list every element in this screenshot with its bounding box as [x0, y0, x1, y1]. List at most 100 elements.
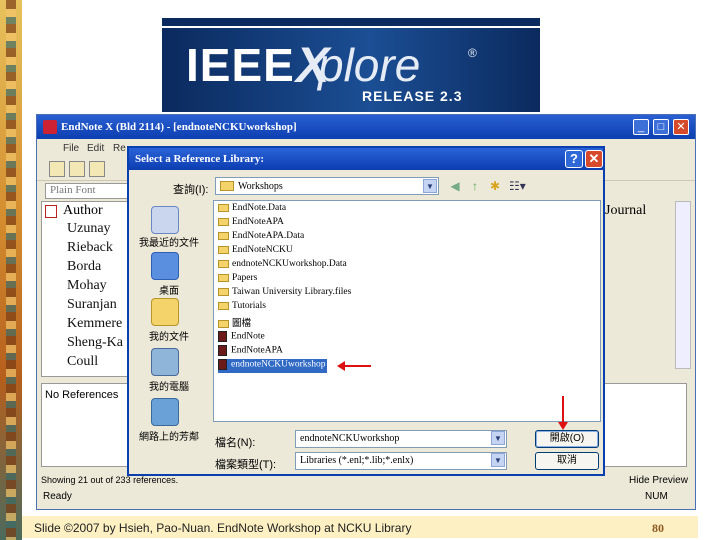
folder-icon — [218, 231, 229, 240]
list-item[interactable]: endnoteNCKUworkshop.Data — [218, 259, 347, 273]
folder-icon — [218, 319, 229, 328]
list-item[interactable]: Mohay — [67, 278, 107, 294]
banner-ieee-text: IEEE — [186, 39, 295, 91]
minimize-button[interactable]: _ — [633, 119, 649, 135]
list-item[interactable]: Kemmere — [67, 316, 122, 332]
up-folder-icon[interactable]: ↑ — [467, 178, 483, 194]
look-in-dropdown[interactable]: Workshops ▼ — [215, 177, 439, 195]
new-library-icon[interactable] — [49, 161, 65, 177]
list-item-selected[interactable]: endnoteNCKUworkshop — [218, 359, 328, 373]
annotation-arrow-down — [562, 396, 564, 424]
reference-list-scrollbar[interactable] — [675, 201, 691, 369]
network-places-icon[interactable] — [151, 398, 179, 426]
file-name: EndNoteNCKU — [232, 245, 293, 255]
file-name: EndNoteAPA — [231, 345, 283, 356]
place-network[interactable]: 網路上的芳鄰 — [133, 428, 205, 443]
look-in-label: 查詢(I): — [173, 184, 209, 196]
banner-registered-mark: ® — [468, 46, 477, 60]
endnote-library-icon — [218, 345, 227, 356]
file-name: Papers — [232, 273, 258, 283]
help-button[interactable]: ? — [565, 150, 583, 168]
list-item[interactable]: Suranjan — [67, 297, 117, 313]
place-my-computer[interactable]: 我的電腦 — [133, 378, 205, 393]
file-name: 圖檔 — [232, 319, 252, 329]
file-name: EndNote.Data — [232, 203, 287, 213]
banner-release-text: RELEASE 2.3 — [362, 88, 463, 104]
folder-icon — [218, 217, 229, 226]
chevron-down-icon[interactable]: ▼ — [491, 431, 505, 445]
close-button[interactable]: ✕ — [673, 119, 689, 135]
new-folder-icon[interactable]: ✱ — [487, 178, 503, 194]
num-lock-indicator: NUM — [645, 491, 668, 502]
open-library-icon[interactable] — [69, 161, 85, 177]
file-list: EndNote.Data EndNoteAPA EndNoteAPA.Data … — [213, 200, 601, 422]
list-item[interactable]: EndNote — [218, 331, 265, 345]
endnote-titlebar[interactable]: EndNote X (Bld 2114) - [endnoteNCKUworks… — [37, 115, 695, 139]
list-item[interactable]: EndNoteAPA.Data — [218, 231, 304, 245]
list-item[interactable]: EndNoteAPA — [218, 217, 284, 231]
showing-count-text: Showing 21 out of 233 references. — [41, 475, 179, 485]
file-name-field[interactable]: endnoteNCKUworkshop — [295, 430, 507, 448]
open-button[interactable]: 開啟(O) — [535, 430, 599, 448]
endnote-window-title: EndNote X (Bld 2114) - [endnoteNCKUworks… — [61, 121, 297, 133]
menu-edit[interactable]: Edit — [87, 143, 104, 154]
list-item[interactable]: Papers — [218, 273, 257, 287]
place-recent-documents[interactable]: 我最近的文件 — [133, 234, 205, 249]
print-icon[interactable] — [89, 161, 105, 177]
cancel-button[interactable]: 取消 — [535, 452, 599, 470]
file-type-label: 檔案類型(T): — [215, 459, 277, 471]
dialog-close-button[interactable]: ✕ — [585, 150, 603, 168]
footer-credit: Slide ©2007 by Hsieh, Pao-Nuan. EndNote … — [34, 521, 412, 535]
folder-icon — [218, 203, 229, 212]
list-item[interactable]: EndNote.Data — [218, 203, 286, 217]
maximize-button[interactable]: □ — [653, 119, 669, 135]
folder-icon — [218, 259, 229, 268]
list-item[interactable]: Tutorials — [218, 301, 266, 315]
folder-icon — [218, 301, 229, 310]
banner-plore-text: plore — [318, 39, 421, 91]
view-menu-icon[interactable]: ☷▾ — [509, 178, 526, 194]
select-library-dialog: Select a Reference Library: ? ✕ 查詢(I): W… — [127, 146, 605, 476]
menu-references[interactable]: Re — [113, 143, 126, 154]
file-name-label: 檔名(N): — [215, 437, 256, 449]
hide-preview-button[interactable]: Hide Preview — [629, 475, 688, 486]
list-item[interactable]: Sheng-Ka — [67, 335, 123, 351]
list-item[interactable]: Uzunay — [67, 221, 111, 237]
slide-number: 80 — [652, 521, 664, 535]
list-item[interactable]: Coull — [67, 354, 98, 370]
dialog-titlebar[interactable]: Select a Reference Library: ? ✕ — [129, 148, 603, 170]
list-item[interactable]: EndNoteNCKU — [218, 245, 293, 259]
list-item[interactable]: Taiwan University Library.files — [218, 287, 351, 301]
my-computer-icon[interactable] — [151, 348, 179, 376]
endnote-app-icon — [43, 120, 57, 134]
desktop-icon[interactable] — [151, 252, 179, 280]
font-selector[interactable]: Plain Font — [45, 183, 131, 199]
author-column-header[interactable]: Author — [63, 203, 103, 219]
journal-column-header[interactable]: Journal — [605, 203, 673, 219]
chevron-down-icon[interactable]: ▼ — [423, 179, 437, 193]
file-type-dropdown[interactable]: Libraries (*.enl;*.lib;*.enlx) — [295, 452, 507, 470]
folder-icon — [218, 287, 229, 296]
list-item[interactable]: Borda — [67, 259, 101, 275]
place-desktop[interactable]: 桌面 — [133, 282, 205, 297]
list-item[interactable]: EndNoteAPA — [218, 345, 283, 359]
chevron-down-icon[interactable]: ▼ — [491, 453, 505, 467]
place-my-documents[interactable]: 我的文件 — [133, 328, 205, 343]
my-documents-icon[interactable] — [151, 298, 179, 326]
folder-icon — [220, 181, 234, 191]
annotation-arrowhead-down — [558, 422, 568, 430]
back-icon[interactable]: ◀ — [447, 178, 463, 194]
list-item[interactable]: Rieback — [67, 240, 113, 256]
recent-documents-icon[interactable] — [151, 206, 179, 234]
file-name: endnoteNCKUworkshop — [231, 359, 326, 370]
file-name: EndNote — [231, 331, 265, 342]
status-text: Ready — [43, 491, 72, 502]
menu-file[interactable]: File — [63, 143, 79, 154]
file-name: EndNoteAPA — [232, 217, 284, 227]
slide-border-decoration — [0, 0, 22, 540]
look-in-value: Workshops — [238, 181, 283, 192]
file-name: endnoteNCKUworkshop.Data — [232, 259, 347, 269]
list-item[interactable]: 圖檔 — [218, 315, 251, 329]
endnote-library-icon — [218, 359, 227, 370]
banner-top-strip — [162, 18, 540, 26]
